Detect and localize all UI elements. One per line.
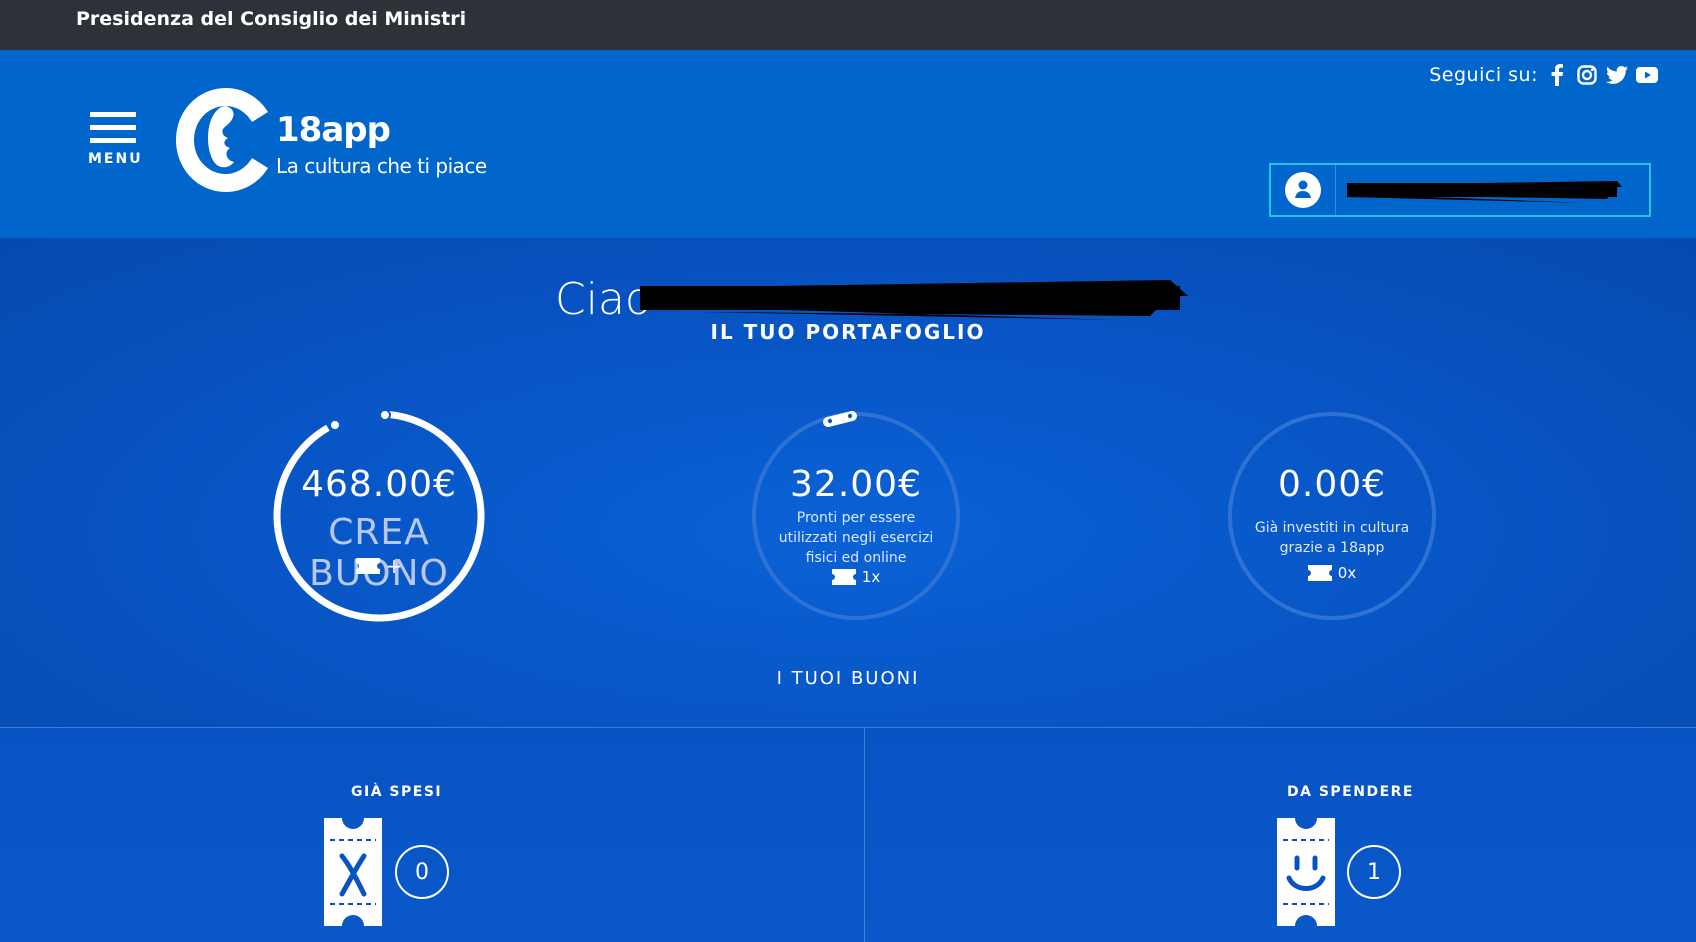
- facebook-icon[interactable]: [1546, 64, 1568, 86]
- crea-buono-button[interactable]: CREA BUONO: [269, 512, 489, 594]
- ticket-icon: [831, 569, 856, 585]
- institution-bar: Presidenza del Consiglio dei Ministri: [0, 0, 1696, 50]
- ready-voucher-count: 1x: [746, 568, 966, 586]
- user-icon: [1285, 172, 1321, 208]
- invested-balance-circle: 0.00€ Già investiti in cultura grazie a …: [1222, 406, 1442, 626]
- institution-link[interactable]: Presidenza del Consiglio dei Ministri: [76, 8, 466, 30]
- ticket-cross-icon[interactable]: [324, 818, 382, 926]
- invested-count: 0x: [1337, 564, 1357, 582]
- hamburger-icon-bar: [90, 138, 136, 143]
- spent-count-badge: 0: [395, 845, 449, 899]
- menu-label: MENU: [88, 151, 143, 167]
- greeting: Ciao: [555, 274, 652, 325]
- available-amount: 468.00€: [301, 464, 457, 505]
- logo-mark-icon: [176, 88, 268, 192]
- invested-ring: [1228, 412, 1436, 620]
- site-header: Seguici su: MENU 18app La cultura che ti…: [0, 50, 1696, 238]
- user-account-box[interactable]: [1269, 163, 1651, 217]
- logo-tagline: La cultura che ti piace: [276, 154, 487, 178]
- social-label: Seguici su:: [1429, 64, 1538, 86]
- ready-count: 1x: [861, 568, 881, 586]
- column-divider: [864, 728, 865, 942]
- spent-title: GIÀ SPESI: [351, 784, 443, 800]
- add-symbol: +: [385, 554, 403, 578]
- ready-description: Pronti per essere utilizzati negli eserc…: [778, 510, 934, 566]
- to-spend-count-badge: 1: [1347, 845, 1401, 899]
- ticket-icon: [355, 558, 380, 574]
- wallet-section: Ciao IL TUO PORTAFOGLIO 468.00€ CREA BUO…: [0, 238, 1696, 728]
- invested-description: Già investiti in cultura grazie a 18app: [1254, 520, 1410, 556]
- redacted-username: [1347, 181, 1622, 203]
- youtube-icon[interactable]: [1636, 64, 1658, 86]
- tuoi-buoni-link[interactable]: I TUOI BUONI: [0, 668, 1696, 689]
- site-logo[interactable]: 18app La cultura che ti piace: [176, 88, 496, 198]
- menu-button[interactable]: MENU: [88, 112, 148, 182]
- instagram-icon[interactable]: [1576, 64, 1598, 86]
- invested-amount: 0.00€: [1277, 464, 1387, 505]
- wallet-title: IL TUO PORTAFOGLIO: [710, 320, 986, 344]
- ticket-icon: [1307, 565, 1332, 581]
- logo-brand: 18app: [276, 110, 391, 150]
- social-links: Seguici su:: [1429, 64, 1658, 86]
- ticket-smile-icon[interactable]: [1277, 818, 1335, 926]
- twitter-icon[interactable]: [1606, 64, 1628, 86]
- available-balance-circle[interactable]: 468.00€ CREA BUONO +: [269, 406, 489, 626]
- to-spend-title: DA SPENDERE: [1287, 784, 1414, 800]
- hamburger-icon-bar: [90, 125, 136, 130]
- user-avatar: [1271, 165, 1336, 215]
- hamburger-icon-bar: [90, 112, 136, 117]
- ready-amount: 32.00€: [790, 464, 922, 505]
- ready-balance-circle: 32.00€ Pronti per essere utilizzati negl…: [746, 406, 966, 626]
- invested-voucher-count: 0x: [1222, 564, 1442, 582]
- add-voucher-indicator[interactable]: +: [269, 554, 489, 578]
- vouchers-summary: GIÀ SPESI 0 DA SPENDERE 1: [0, 727, 1696, 942]
